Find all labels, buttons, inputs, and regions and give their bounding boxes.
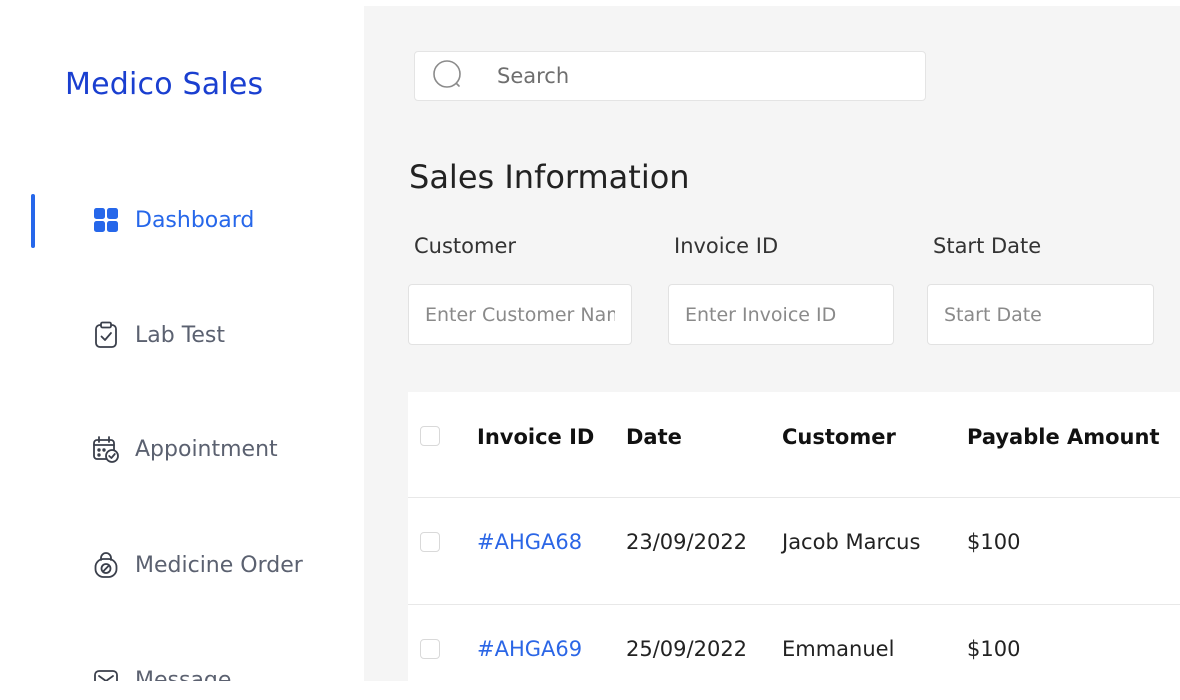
customer-cell: Emmanuel	[782, 637, 895, 661]
sidebar-item-message[interactable]: Message	[92, 660, 231, 700]
amount-cell: $100	[967, 637, 1021, 661]
sidebar-item-lab-test[interactable]: Lab Test	[92, 315, 225, 355]
start-date-input[interactable]	[927, 284, 1154, 345]
invoice-filter-label: Invoice ID	[674, 234, 779, 258]
date-cell: 23/09/2022	[626, 530, 748, 554]
date-cell: 25/09/2022	[626, 637, 748, 661]
invoice-id-input[interactable]	[668, 284, 894, 345]
invoice-id-link[interactable]: #AHGA68	[477, 530, 582, 554]
shopping-bag-icon	[92, 551, 120, 579]
active-indicator	[31, 194, 35, 248]
sidebar-item-label: Medicine Order	[135, 552, 303, 578]
sidebar-item-label: Appointment	[135, 436, 278, 462]
header-date[interactable]: Date	[626, 425, 682, 449]
customer-name-input[interactable]	[408, 284, 632, 345]
main-content: Search Sales Information Customer Invoic…	[364, 6, 1180, 694]
table-row[interactable]: #AHGA68 23/09/2022 Jacob Marcus $100	[408, 498, 1180, 605]
header-invoice-id[interactable]: Invoice ID	[477, 425, 594, 449]
header-customer[interactable]: Customer	[782, 425, 896, 449]
sidebar-item-appointment[interactable]: Appointment	[92, 429, 278, 469]
customer-filter-label: Customer	[414, 234, 517, 258]
sidebar-item-medicine-order[interactable]: Medicine Order	[92, 545, 303, 585]
select-all-checkbox[interactable]	[420, 426, 440, 446]
invoice-id-link[interactable]: #AHGA69	[477, 637, 582, 661]
sidebar-item-dashboard[interactable]: Dashboard	[92, 200, 254, 240]
search-bar[interactable]: Search	[414, 51, 926, 101]
sales-table: Invoice ID Date Customer Payable Amount …	[408, 392, 1180, 694]
calendar-check-icon	[92, 435, 120, 463]
sidebar-item-label: Dashboard	[135, 207, 255, 233]
viewport-bottom-edge	[0, 681, 1180, 694]
dashboard-grid-icon	[92, 206, 120, 234]
sidebar-item-label: Lab Test	[135, 322, 226, 348]
amount-cell: $100	[967, 530, 1021, 554]
header-payable-amount[interactable]: Payable Amount	[967, 425, 1160, 449]
customer-cell: Jacob Marcus	[782, 530, 921, 554]
sidebar: Medico Sales Dashboard Lab Test Appointm…	[0, 0, 364, 694]
search-icon	[431, 58, 467, 94]
clipboard-check-icon	[92, 321, 120, 349]
table-header-row: Invoice ID Date Customer Payable Amount	[408, 392, 1180, 498]
row-checkbox[interactable]	[420, 639, 440, 659]
brand-logo-text[interactable]: Medico Sales	[65, 67, 263, 102]
search-input[interactable]: Search	[497, 64, 569, 88]
start-date-filter-label: Start Date	[933, 234, 1042, 258]
page-title: Sales Information	[409, 158, 690, 196]
row-checkbox[interactable]	[420, 532, 440, 552]
